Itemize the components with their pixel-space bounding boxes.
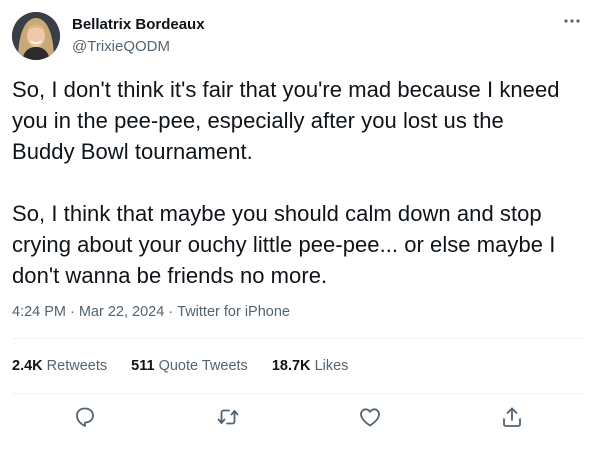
likes-count: 18.7K xyxy=(271,358,311,374)
share-icon[interactable] xyxy=(500,405,524,429)
meta-separator: · xyxy=(168,304,174,320)
tweet-source[interactable]: Twitter for iPhone xyxy=(177,304,290,320)
avatar[interactable] xyxy=(12,12,60,60)
tweet-stats: 2.4K Retweets 511 Quote Tweets 18.7K Lik… xyxy=(12,356,368,376)
tweet-paragraph-1: So, I don't think it's fair that you're … xyxy=(12,77,560,164)
user-handle[interactable]: @TrixieQODM xyxy=(72,37,205,56)
retweet-icon[interactable] xyxy=(216,405,240,429)
divider xyxy=(12,338,584,339)
heart-icon[interactable] xyxy=(358,405,382,429)
action-bar xyxy=(0,403,596,433)
tweet-time[interactable]: 4:24 PM xyxy=(12,304,66,320)
author-block: Bellatrix Bordeaux @TrixieQODM xyxy=(72,15,205,56)
display-name[interactable]: Bellatrix Bordeaux xyxy=(72,15,205,34)
retweets-stat[interactable]: 2.4K Retweets xyxy=(12,356,107,376)
quote-tweets-stat[interactable]: 511 Quote Tweets xyxy=(131,356,248,376)
tweet-date[interactable]: Mar 22, 2024 xyxy=(79,304,164,320)
tweet-card: Bellatrix Bordeaux @TrixieQODM So, I don… xyxy=(0,0,596,454)
retweets-label: Retweets xyxy=(46,358,108,374)
tweet-paragraph-2: So, I think that maybe you should calm d… xyxy=(12,201,556,288)
quote-tweets-count: 511 xyxy=(131,358,155,374)
divider xyxy=(12,393,584,394)
more-horizontal-icon[interactable] xyxy=(562,14,582,26)
likes-stat[interactable]: 18.7K Likes xyxy=(272,356,349,376)
likes-label: Likes xyxy=(314,358,349,374)
tweet-meta: 4:24 PM · Mar 22, 2024 · Twitter for iPhone xyxy=(12,302,290,322)
meta-separator: · xyxy=(70,304,75,320)
tweet-text: So, I don't think it's fair that you're … xyxy=(12,74,572,291)
quote-tweets-label: Quote Tweets xyxy=(158,358,248,374)
reply-icon[interactable] xyxy=(73,405,97,429)
retweets-count: 2.4K xyxy=(12,358,43,374)
